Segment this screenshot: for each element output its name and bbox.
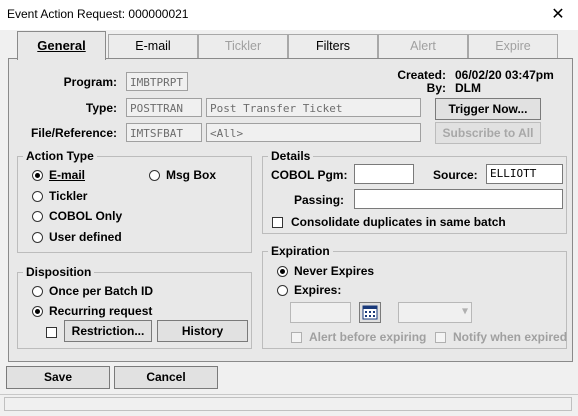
source-label: Source: (433, 168, 478, 182)
calendar-icon (362, 305, 378, 320)
tab-expire[interactable]: Expire (468, 34, 558, 58)
expiration-title: Expiration (268, 244, 333, 258)
chevron-down-icon: ▼ (461, 306, 468, 317)
user-defined-radio[interactable] (32, 232, 43, 243)
file-field: IMTSFBAT (126, 123, 202, 142)
expires-radio[interactable] (277, 285, 288, 296)
tab-label: E-mail (135, 39, 171, 53)
recurring-request-label[interactable]: Recurring request (49, 304, 152, 318)
trigger-now-button[interactable]: Trigger Now... (435, 98, 541, 120)
created-label: Created: (397, 68, 446, 82)
by-value: DLM (455, 81, 481, 95)
tab-label: General (37, 38, 86, 53)
expires-date-input[interactable] (290, 302, 351, 323)
calendar-button[interactable] (359, 302, 381, 323)
history-button[interactable]: History (157, 320, 248, 342)
general-panel: Program: IMBTPRPT Type: POSTTRAN Post Tr… (8, 58, 573, 362)
subscribe-to-all-button[interactable]: Subscribe to All (435, 122, 541, 144)
user-defined-option-label[interactable]: User defined (49, 230, 122, 244)
action-type-title: Action Type (23, 149, 97, 163)
tickler-option-label[interactable]: Tickler (49, 189, 87, 203)
passing-label: Passing: (294, 193, 345, 207)
program-field: IMBTPRPT (126, 72, 188, 91)
alert-before-expiring-checkbox[interactable] (291, 332, 302, 343)
program-label: Program: (63, 75, 117, 89)
consolidate-checkbox[interactable] (272, 217, 283, 228)
disposition-title: Disposition (23, 265, 95, 279)
tab-label: Alert (410, 39, 436, 53)
msg-box-radio[interactable] (149, 170, 160, 181)
cancel-button[interactable]: Cancel (114, 366, 218, 389)
type-description-field: Post Transfer Ticket (206, 98, 421, 117)
created-value: 06/02/20 03:47pm (455, 68, 554, 82)
cobol-pgm-label: COBOL Pgm: (271, 168, 348, 182)
cobol-only-radio[interactable] (32, 211, 43, 222)
passing-input[interactable] (354, 189, 563, 209)
tab-filters[interactable]: Filters (288, 34, 378, 58)
by-label: By: (426, 81, 446, 95)
close-icon[interactable]: ✕ (545, 5, 571, 25)
title-bar: Event Action Request: 000000021 ✕ (0, 0, 578, 30)
alert-before-expiring-label[interactable]: Alert before expiring (309, 330, 426, 344)
never-expires-label[interactable]: Never Expires (294, 264, 374, 278)
cobol-pgm-input[interactable] (354, 164, 414, 184)
tab-label: Expire (495, 39, 531, 53)
tab-general[interactable]: General (17, 31, 106, 60)
type-label: Type: (85, 101, 117, 115)
tickler-radio[interactable] (32, 191, 43, 202)
tab-label: Tickler (224, 39, 262, 53)
notify-when-expired-label[interactable]: Notify when expired (453, 330, 567, 344)
cobol-only-option-label[interactable]: COBOL Only (49, 209, 122, 223)
file-reference-label: File/Reference: (30, 126, 117, 140)
expires-time-select[interactable]: ▼ (398, 302, 472, 323)
status-panel (4, 397, 572, 411)
source-input[interactable]: ELLIOTT (486, 164, 563, 184)
save-button[interactable]: Save (6, 366, 110, 389)
expires-label[interactable]: Expires: (294, 283, 341, 297)
msg-box-option-label[interactable]: Msg Box (166, 168, 216, 182)
notify-when-expired-checkbox[interactable] (435, 332, 446, 343)
tab-email[interactable]: E-mail (108, 34, 198, 58)
never-expires-radio[interactable] (277, 266, 288, 277)
email-option-label[interactable]: E-mail (49, 168, 85, 182)
type-code-field: POSTTRAN (126, 98, 202, 117)
email-radio[interactable] (32, 170, 43, 181)
once-per-batch-radio[interactable] (32, 286, 43, 297)
tab-alert[interactable]: Alert (378, 34, 468, 58)
consolidate-label[interactable]: Consolidate duplicates in same batch (291, 215, 506, 229)
reference-field: <All> (206, 123, 421, 142)
window-title: Event Action Request: 000000021 (7, 7, 189, 21)
details-title: Details (268, 149, 314, 163)
tab-tickler[interactable]: Tickler (198, 34, 288, 58)
once-per-batch-label[interactable]: Once per Batch ID (49, 284, 153, 298)
restriction-button[interactable]: Restriction... (64, 320, 152, 342)
restriction-checkbox[interactable] (46, 327, 57, 338)
tab-label: Filters (315, 39, 351, 53)
recurring-request-radio[interactable] (32, 306, 43, 317)
